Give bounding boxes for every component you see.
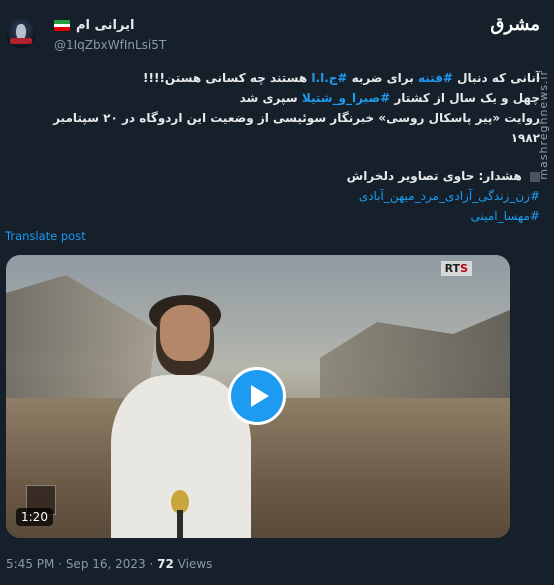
hashtag-link[interactable]: #زن_زندگی_آزادی_مرد_میهن_آبادی (359, 189, 540, 203)
post-meta: 5:45 PM · Sep 16, 2023 · 72 Views (6, 557, 212, 571)
tweet-text-segment: آنانی که دنبال (457, 71, 540, 85)
tweet-text-segment: سپری شد (239, 91, 298, 105)
post-time[interactable]: 5:45 PM (6, 557, 54, 571)
channel-badge-main: RT (444, 262, 461, 275)
video-frame-reporter (111, 295, 251, 538)
hashtag-line-2: #مهسا_امینی (20, 206, 540, 226)
post-date[interactable]: Sep 16, 2023 (66, 557, 146, 571)
warning-square-icon (530, 171, 540, 182)
tweet-line-3: روایت «پیر پاسکال روسی» خبرنگار سوئیسی ا… (53, 111, 540, 145)
channel-badge: RTS (440, 261, 472, 276)
play-button[interactable] (228, 367, 286, 425)
tweet-warning: هشدار: حاوی تصاویر دلخراش (20, 166, 540, 186)
meta-separator: · (145, 557, 158, 571)
mashregh-logo: مشرق (490, 14, 540, 35)
hashtag-link[interactable]: #صبرا_و_شتیلا (302, 91, 390, 105)
tweet-text-segment: برای ضربه (351, 71, 414, 85)
channel-badge-accent: S (460, 262, 468, 275)
author-display-name[interactable]: ایرانی ام (76, 18, 134, 33)
hashtag-link[interactable]: #فتنه (418, 71, 453, 85)
avatar[interactable] (6, 18, 36, 48)
tweet-text: آنانی که دنبال #فتنه برای ضربه #ج.ا.ا هس… (20, 68, 540, 226)
video-duration: 1:20 (16, 508, 53, 526)
avatar-banner (10, 38, 32, 44)
hashtag-link[interactable]: #ج.ا.ا (311, 71, 347, 85)
author-handle[interactable]: @1IqZbxWfInLsi5T (54, 38, 166, 52)
author-name-row[interactable]: ایرانی ام (54, 18, 134, 33)
play-icon (250, 385, 269, 407)
hashtag-link[interactable]: #مهسا_امینی (471, 209, 540, 223)
iran-flag-icon (54, 20, 70, 31)
views-label: Views (173, 557, 213, 571)
warning-text: هشدار: حاوی تصاویر دلخراش (346, 169, 522, 183)
hashtag-line-1: #زن_زندگی_آزادی_مرد_میهن_آبادی (20, 186, 540, 206)
meta-separator: · (54, 557, 66, 571)
tweet-text-segment: هستند چه کسانی هستن!!!! (143, 71, 308, 85)
tweet-line-1: آنانی که دنبال #فتنه برای ضربه #ج.ا.ا هس… (20, 68, 540, 88)
tweet-line-2: چهل و یک سال از کشتار #صبرا_و_شتیلا سپری… (20, 88, 540, 108)
video-player[interactable]: RTS 1:20 (6, 255, 510, 538)
views-count: 72 (157, 557, 174, 571)
translate-post-link[interactable]: Translate post (5, 229, 86, 243)
tweet-text-segment: چهل و یک سال از کشتار (394, 91, 540, 105)
